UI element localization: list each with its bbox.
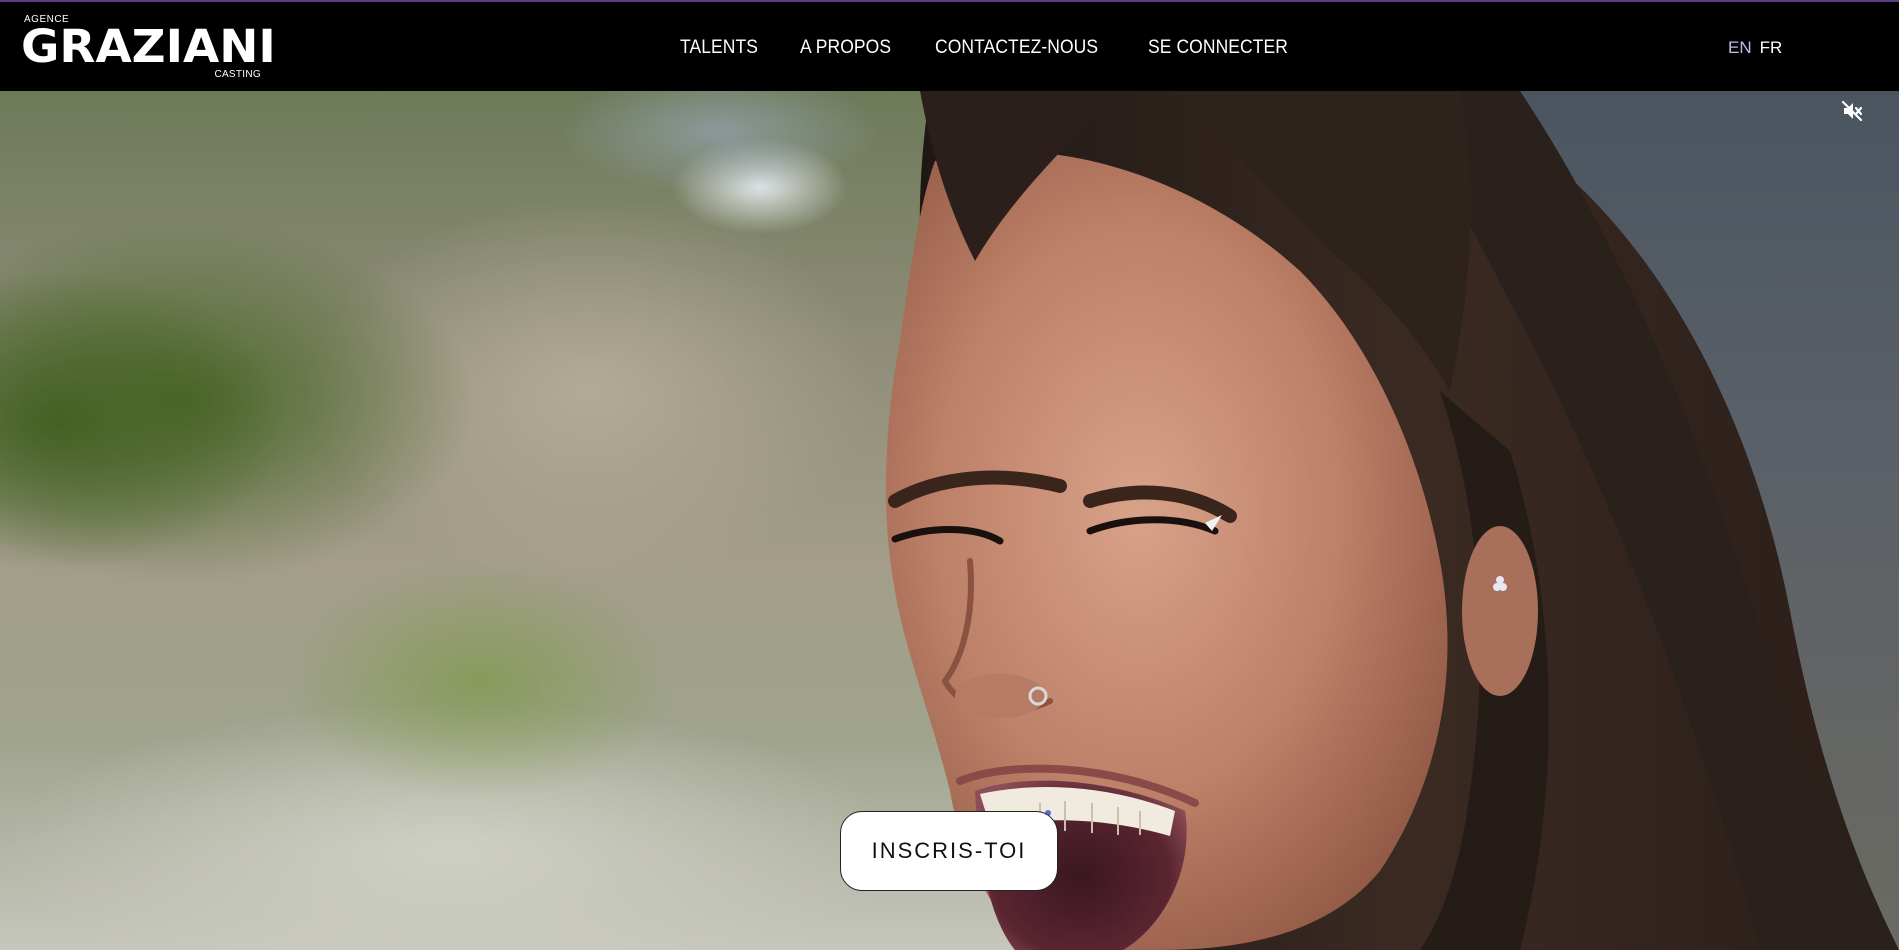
language-switcher: EN FR bbox=[1728, 2, 1782, 93]
nav-a-propos[interactable]: A PROPOS bbox=[800, 37, 891, 59]
nav-talents[interactable]: TALENTS bbox=[680, 37, 758, 59]
site-header: AGENCE GRAZIANI CASTING TALENTS A PROPOS… bbox=[0, 0, 1899, 91]
logo-graziani-text: GRAZIANI bbox=[21, 20, 276, 73]
lang-en[interactable]: EN bbox=[1728, 38, 1752, 58]
nav-se-connecter[interactable]: SE CONNECTER bbox=[1148, 37, 1288, 59]
lang-fr[interactable]: FR bbox=[1760, 38, 1783, 58]
main-nav: TALENTS A PROPOS CONTACTEZ-NOUS SE CONNE… bbox=[680, 2, 1336, 93]
page: AGENCE GRAZIANI CASTING TALENTS A PROPOS… bbox=[0, 0, 1899, 950]
volume-muted-icon[interactable] bbox=[1840, 99, 1864, 123]
signup-button[interactable]: INSCRIS-TOI bbox=[840, 811, 1058, 891]
hero-video[interactable]: INSCRIS-TOI bbox=[0, 91, 1899, 950]
logo[interactable]: AGENCE GRAZIANI CASTING bbox=[21, 12, 276, 82]
nav-contactez-nous[interactable]: CONTACTEZ-NOUS bbox=[935, 37, 1098, 59]
logo-casting-text: CASTING bbox=[214, 69, 261, 80]
